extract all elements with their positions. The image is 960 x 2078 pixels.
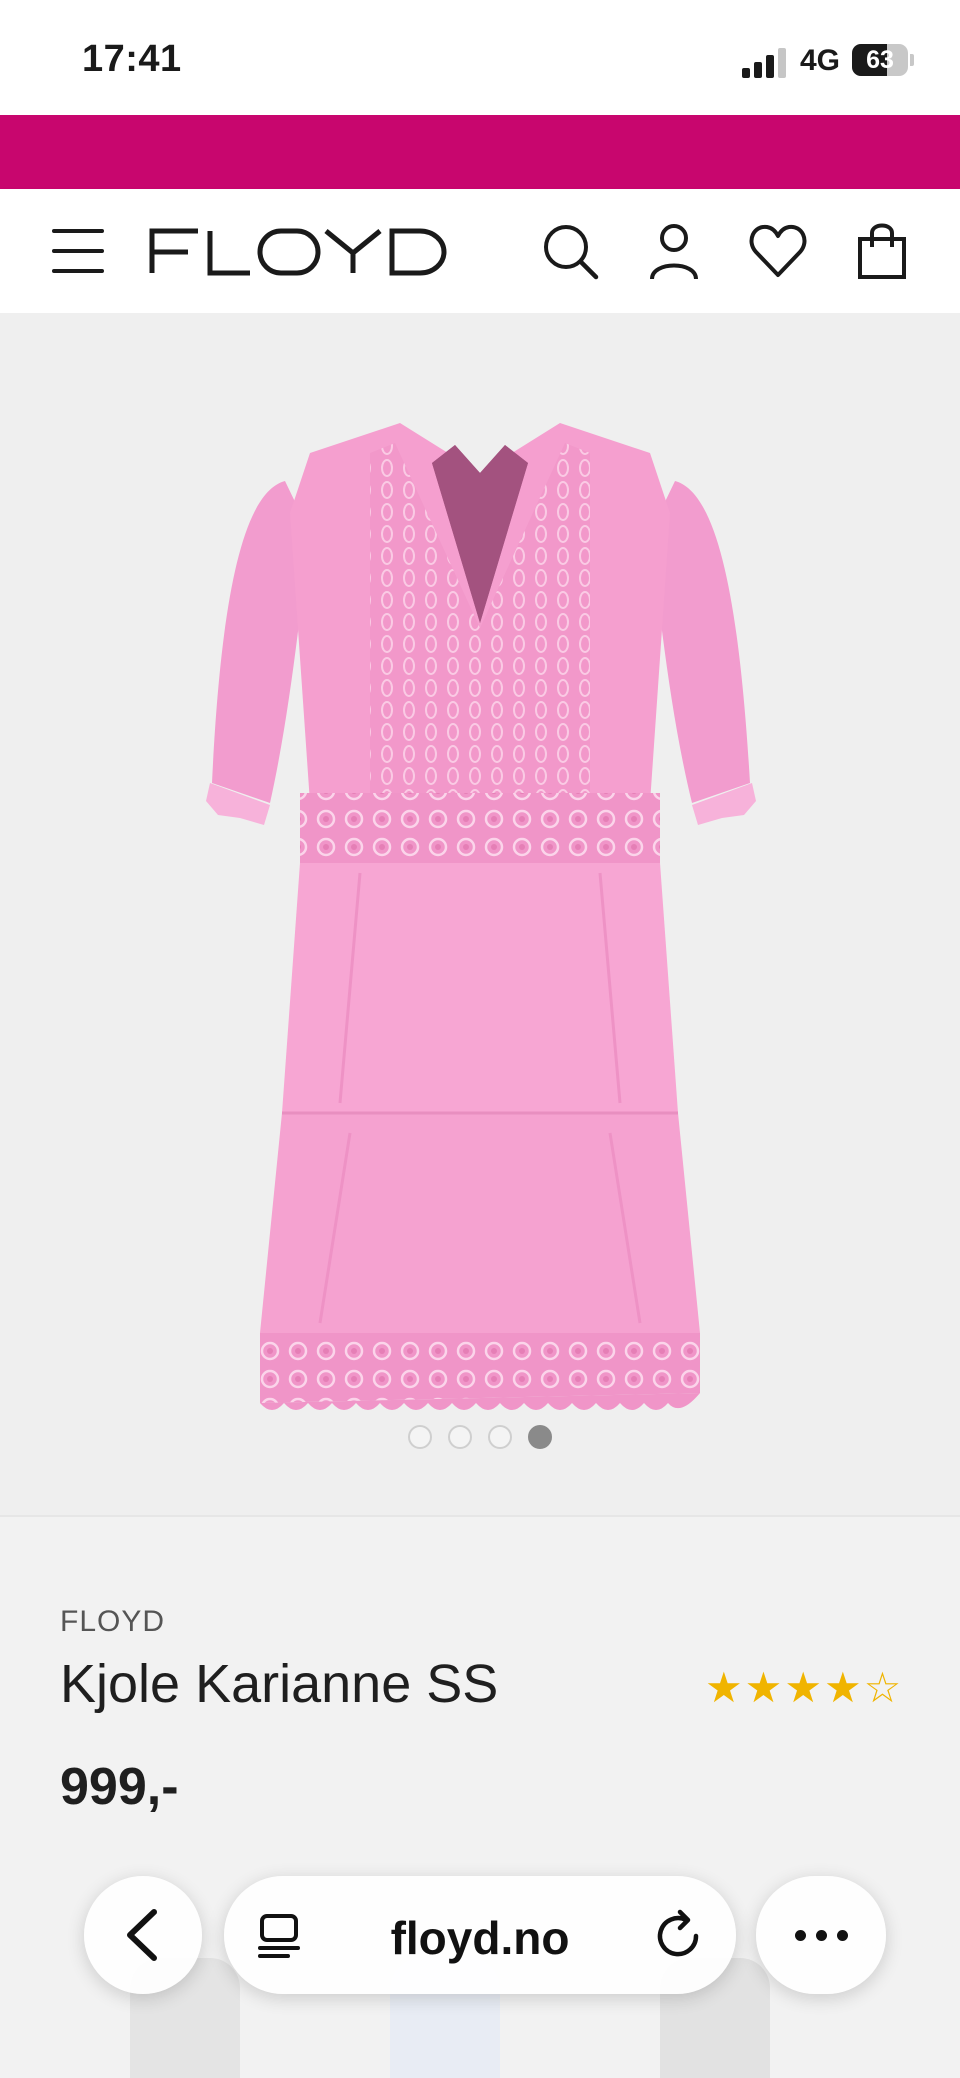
carousel-dot[interactable] (448, 1425, 472, 1449)
address-bar[interactable]: floyd.no (224, 1876, 736, 1994)
product-brand[interactable]: FLOYD (60, 1605, 165, 1639)
star-filled-icon: ★ (705, 1664, 743, 1711)
carousel-dot[interactable] (408, 1425, 432, 1449)
more-icon (756, 1930, 886, 1941)
star-filled-icon: ★ (744, 1664, 783, 1711)
battery-tip (910, 54, 914, 66)
product-title: Kjole Karianne SS (60, 1654, 499, 1714)
battery-level: 63 (866, 46, 894, 74)
star-filled-icon: ★ (823, 1664, 862, 1711)
back-chevron-icon (127, 1909, 157, 1961)
rating-stars[interactable]: ★ ★ ★ ★ ☆ (705, 1667, 901, 1709)
menu-icon[interactable] (52, 225, 106, 277)
status-time: 17:41 (82, 38, 182, 80)
shopping-bag-icon[interactable] (852, 221, 912, 281)
product-price: 999,- (60, 1758, 179, 1816)
star-filled-icon: ★ (784, 1664, 822, 1711)
network-type: 4G (800, 44, 841, 77)
back-button[interactable] (84, 1876, 202, 1994)
carousel-dot-active[interactable] (528, 1425, 552, 1449)
product-gallery[interactable] (0, 313, 960, 1515)
wishlist-heart-icon[interactable] (748, 221, 808, 281)
star-empty-icon: ☆ (863, 1664, 902, 1711)
floyd-logo[interactable] (148, 221, 448, 281)
carousel-indicators (0, 1425, 960, 1451)
more-button[interactable] (756, 1876, 886, 1994)
promo-banner[interactable] (0, 115, 960, 189)
carousel-dot[interactable] (488, 1425, 512, 1449)
reload-icon[interactable] (652, 1908, 706, 1962)
site-header (0, 189, 960, 313)
signal-strength-icon (742, 46, 788, 78)
battery-icon: 63 (852, 44, 908, 76)
status-bar: 17:41 4G 63 (0, 0, 960, 115)
search-icon[interactable] (540, 221, 600, 281)
account-icon[interactable] (644, 221, 704, 281)
product-image[interactable] (200, 413, 760, 1433)
